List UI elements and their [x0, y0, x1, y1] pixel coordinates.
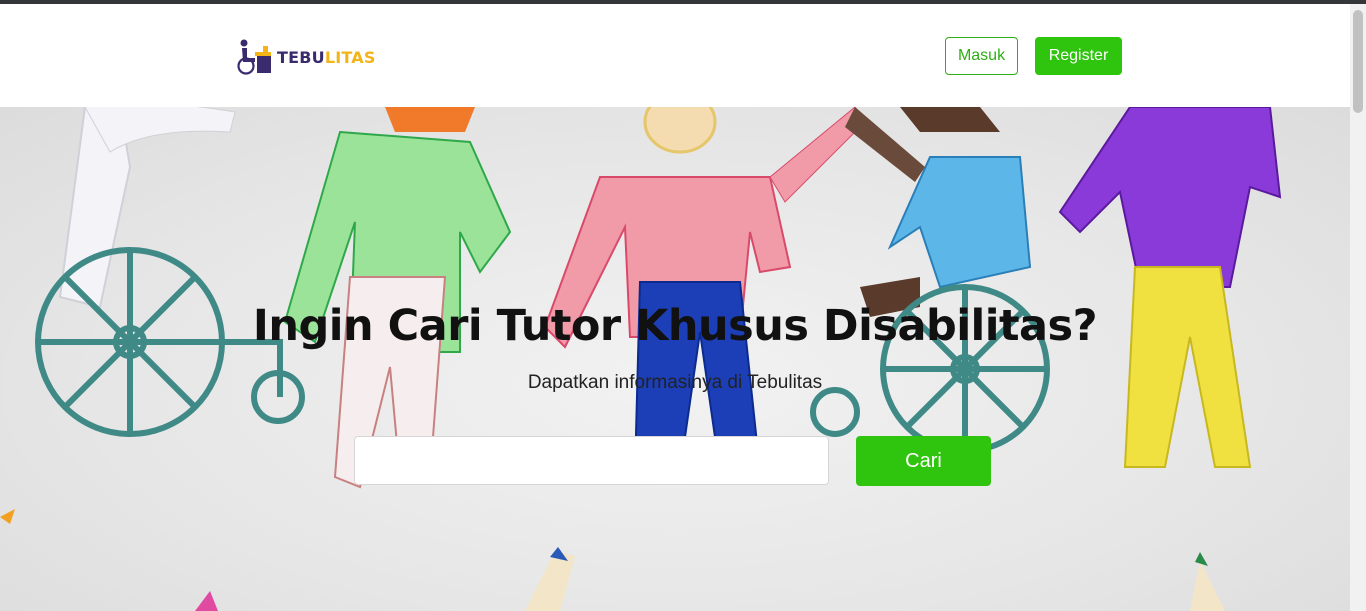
hero-title: Ingin Cari Tutor Khusus Disabilitas?: [252, 301, 1098, 351]
register-button[interactable]: Register: [1035, 37, 1122, 75]
wheelchair-desk-icon: [237, 39, 271, 75]
hero-section: Ingin Cari Tutor Khusus Disabilitas? Dap…: [0, 107, 1350, 611]
navbar: TEBULITAS Masuk Register: [0, 4, 1350, 107]
brand-logo[interactable]: TEBULITAS: [235, 37, 376, 77]
hero-subtitle: Dapatkan informasinya di Tebulitas: [527, 372, 823, 393]
hero-background-illustration: [0, 107, 1282, 611]
scrollbar-thumb[interactable]: [1353, 10, 1363, 113]
search-button[interactable]: Cari: [856, 436, 991, 486]
brand-name: TEBULITAS: [277, 47, 376, 67]
search-input[interactable]: [354, 436, 829, 485]
scrollbar[interactable]: [1350, 4, 1366, 611]
login-button[interactable]: Masuk: [945, 37, 1018, 75]
